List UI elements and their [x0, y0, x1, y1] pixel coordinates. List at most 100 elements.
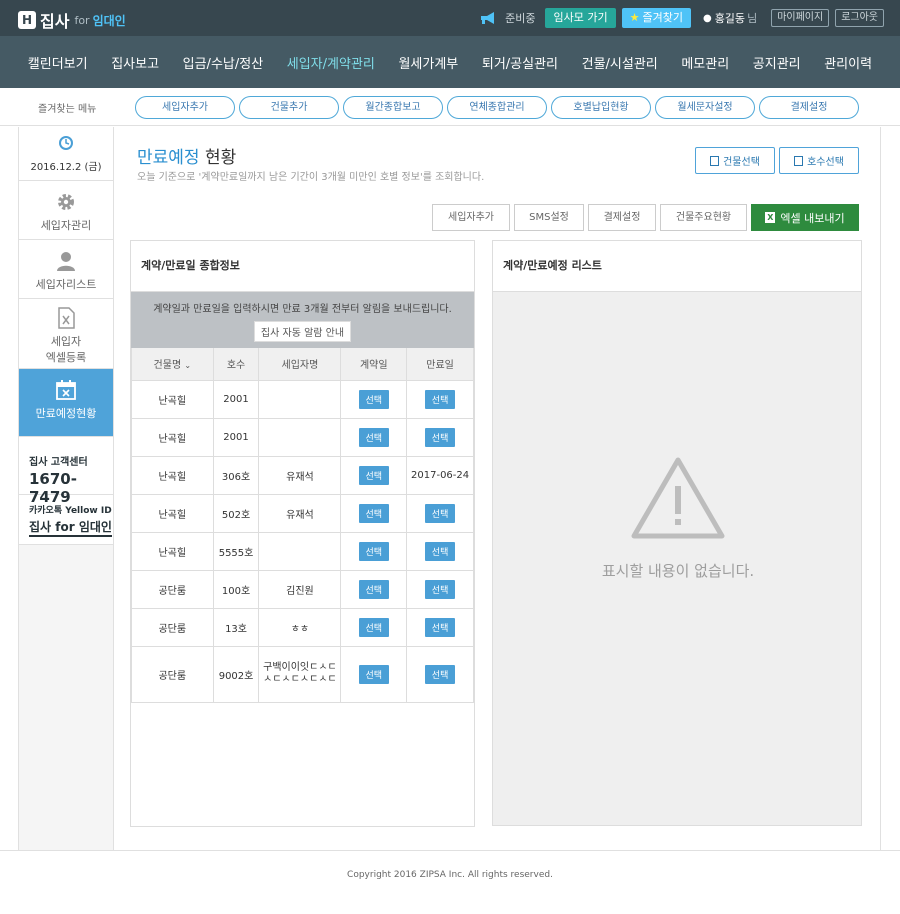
cell-expire: 선택: [406, 417, 474, 457]
cell-building: 난곡힐: [131, 417, 214, 457]
logo-mark-icon: H: [18, 11, 36, 29]
nav-moveout-vacancy[interactable]: 퇴거/공실관리: [482, 53, 558, 72]
cell-room: 2001: [212, 417, 260, 457]
cell-contract: 선택: [340, 379, 408, 419]
fav-overdue[interactable]: 연체종합관리: [447, 96, 547, 119]
action-building-status-button[interactable]: 건물주요현황: [660, 204, 747, 231]
expire-select-button[interactable]: 선택: [424, 427, 456, 447]
clock-icon: [59, 136, 73, 150]
favorites-label: 즐겨찾기: [642, 11, 683, 24]
mypage-button[interactable]: 마이페이지: [771, 9, 830, 27]
action-add-tenant-button[interactable]: 세입자추가: [432, 204, 510, 231]
sidebar-spacer: [19, 437, 113, 445]
action-sms-settings-button[interactable]: SMS설정: [514, 204, 584, 231]
cell-tenant: ㅎㅎ: [258, 607, 342, 647]
favorites-button[interactable]: ★ 즐겨찾기: [621, 8, 691, 28]
contract-select-button[interactable]: 선택: [358, 465, 390, 485]
table-row: 공단룸 100호 김진원 선택 선택: [131, 569, 474, 609]
cell-contract: 선택: [340, 607, 408, 647]
cell-expire: 선택: [406, 493, 474, 533]
building-select-label: 건물선택: [723, 157, 760, 168]
expire-select-button[interactable]: 선택: [424, 579, 456, 599]
sidebar-item-tenant-manage[interactable]: 세입자관리: [19, 181, 113, 240]
sidebar-item-expiry-status[interactable]: 만료예정현황: [19, 369, 113, 437]
customer-center-title: 집사 고객센터: [29, 457, 88, 468]
nav-tenant-contract[interactable]: 세입자/계약관리: [287, 53, 375, 72]
logout-button[interactable]: 로그아웃: [835, 9, 884, 27]
contract-select-button[interactable]: 선택: [358, 541, 390, 561]
nav-notice[interactable]: 공지관리: [753, 53, 801, 72]
header-building[interactable]: 건물명 ⌄: [131, 348, 214, 381]
page-title-accent: 만료예정: [137, 148, 200, 168]
alarm-notice-text: 계약일과 만료일을 입력하시면 만료 3개월 전부터 알림을 보내드립니다.: [153, 304, 452, 315]
excel-export-button[interactable]: X 엑셀 내보내기: [751, 204, 859, 231]
action-billing-settings-button[interactable]: 결제설정: [588, 204, 656, 231]
nav-rent-ledger[interactable]: 월세가계부: [398, 53, 458, 72]
fav-billing[interactable]: 결제설정: [759, 96, 859, 119]
contract-select-button[interactable]: 선택: [358, 503, 390, 523]
sidebar-date-text: 2016.12.2 (금): [30, 162, 102, 173]
sidebar-item-label: 만료예정현황: [35, 407, 97, 420]
cell-expire: 선택: [406, 531, 474, 571]
room-select-button[interactable]: 호수선택: [779, 147, 859, 174]
cell-building: 난곡힐: [131, 493, 214, 533]
building-select-button[interactable]: 건물선택: [695, 147, 775, 174]
footer: Copyright 2016 ZIPSA Inc. All rights res…: [0, 850, 900, 914]
table-row: 난곡힐 5555호 선택 선택: [131, 531, 474, 571]
go-community-button[interactable]: 임사모 가기: [545, 8, 616, 28]
expire-select-button[interactable]: 선택: [424, 389, 456, 409]
contract-select-button[interactable]: 선택: [358, 579, 390, 599]
kakao-title: 카카오톡 Yellow ID: [29, 506, 112, 516]
favorites-bar: 즐겨찾는 메뉴 세입자추가 건물추가 월간종합보고 연체종합관리 호별납입현황 …: [0, 88, 900, 126]
megaphone-icon: [481, 12, 495, 24]
cell-contract: 선택: [340, 493, 408, 533]
document-icon: [794, 155, 804, 166]
nav-building-facility[interactable]: 건물/시설관리: [582, 53, 658, 72]
cell-tenant: 유재석: [258, 493, 342, 533]
sidebar-item-tenant-list[interactable]: 세입자리스트: [19, 240, 113, 299]
contract-select-button[interactable]: 선택: [358, 427, 390, 447]
fav-monthly-report[interactable]: 월간종합보고: [343, 96, 443, 119]
cell-tenant: 유재석: [258, 455, 342, 495]
expiry-list-title: 계약/만료예정 리스트: [493, 241, 861, 292]
expire-select-button[interactable]: 선택: [424, 664, 456, 684]
fav-add-tenant[interactable]: 세입자추가: [135, 96, 235, 119]
contract-select-button[interactable]: 선택: [358, 389, 390, 409]
fav-add-building[interactable]: 건물추가: [239, 96, 339, 119]
cell-expire[interactable]: 2017-06-24: [406, 455, 474, 495]
cell-room: 5555호: [212, 531, 260, 571]
calendar-x-icon: [56, 380, 76, 400]
cell-building: 난곡힐: [131, 379, 214, 419]
sidebar-item-label-2: 엑셀등록: [45, 351, 87, 364]
auto-alarm-guide-button[interactable]: 집사 자동 알람 안내: [253, 321, 352, 342]
contract-select-button[interactable]: 선택: [358, 664, 390, 684]
fav-unit-payment[interactable]: 호별납입현황: [551, 96, 651, 119]
page-title: 만료예정 현황: [137, 143, 236, 168]
table-row: 공단룸 9002호 구백이이잇ㄷㅅㄷㅅㄷㅅㄷㅅㄷㅅㄷ 선택 선택: [131, 645, 474, 703]
alarm-notice: 계약일과 만료일을 입력하시면 만료 3개월 전부터 알림을 보내드립니다. 집…: [131, 292, 474, 348]
user-suffix: 님: [747, 12, 758, 25]
fav-rent-sms[interactable]: 월세문자설정: [655, 96, 755, 119]
nav-history[interactable]: 관리이력: [824, 53, 872, 72]
cell-tenant: 김진원: [258, 569, 342, 609]
nav-payment[interactable]: 입금/수납/정산: [183, 53, 264, 72]
cell-building: 난곡힐: [131, 455, 214, 495]
nav-memo[interactable]: 메모관리: [681, 53, 729, 72]
nav-report[interactable]: 집사보고: [111, 53, 159, 72]
expire-select-button[interactable]: 선택: [424, 541, 456, 561]
sidebar-item-excel-upload[interactable]: 세입자 엑셀등록: [19, 299, 113, 369]
sidebar-kakao-yellow-id[interactable]: 카카오톡 Yellow ID 집사 for 임대인: [19, 495, 113, 545]
kakao-name: 집사 for 임대인: [29, 518, 112, 537]
expire-select-button[interactable]: 선택: [424, 617, 456, 637]
table-row: 난곡힐 306호 유재석 선택 2017-06-24: [131, 455, 474, 495]
expire-select-button[interactable]: 선택: [424, 503, 456, 523]
contract-select-button[interactable]: 선택: [358, 617, 390, 637]
sidebar-customer-center[interactable]: 집사 고객센터 1670-7479: [19, 445, 113, 506]
table-row: 난곡힐 2001 선택 선택: [131, 417, 474, 457]
user-icon: ●: [702, 12, 712, 24]
logo-sub: 임대인: [92, 13, 126, 28]
main-nav: 캘린더보기 집사보고 입금/수납/정산 세입자/계약관리 월세가계부 퇴거/공실…: [0, 36, 900, 88]
logo[interactable]: H 집사 for 임대인: [18, 8, 126, 32]
nav-calendar[interactable]: 캘린더보기: [28, 53, 88, 72]
table-row: 공단룸 13호 ㅎㅎ 선택 선택: [131, 607, 474, 647]
